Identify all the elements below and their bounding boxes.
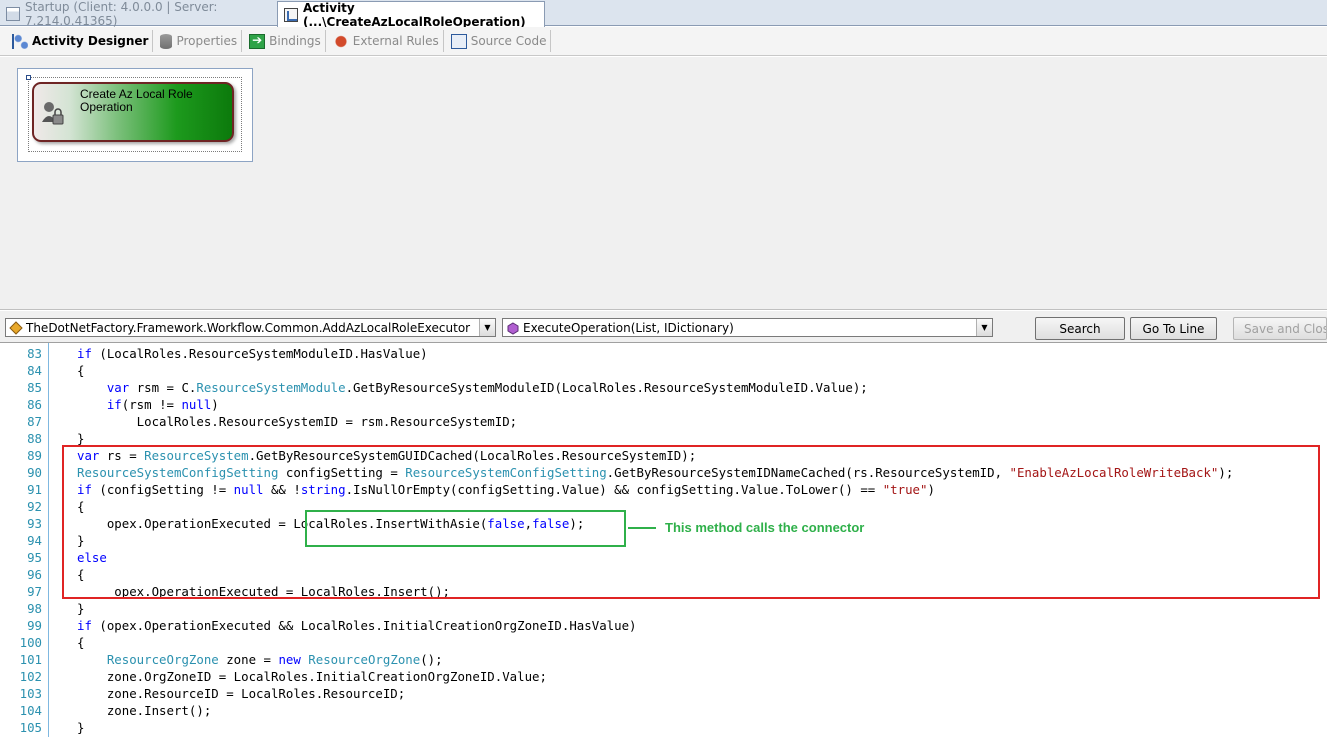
code-line[interactable]: 86 if(rsm != null) bbox=[0, 396, 1327, 413]
tab-bindings-label: Bindings bbox=[269, 34, 321, 48]
line-number: 83 bbox=[27, 346, 42, 361]
chevron-down-icon[interactable]: ▼ bbox=[479, 319, 495, 336]
code-line[interactable]: 84 { bbox=[0, 362, 1327, 379]
code-toolbar: TheDotNetFactory.Framework.Workflow.Comm… bbox=[0, 311, 1327, 342]
code-line[interactable]: 104 zone.Insert(); bbox=[0, 702, 1327, 719]
search-button[interactable]: Search bbox=[1035, 317, 1125, 340]
line-number: 105 bbox=[19, 720, 42, 735]
code-line[interactable]: 83 if (LocalRoles.ResourceSystemModuleID.… bbox=[0, 345, 1327, 362]
tab-activity[interactable]: Activity (...\CreateAzLocalRoleOperation… bbox=[277, 0, 545, 29]
code-text: zone.Insert(); bbox=[77, 703, 212, 718]
activity-label: Create Az Local Role Operation bbox=[80, 87, 193, 114]
designer-icon bbox=[12, 33, 28, 49]
database-icon bbox=[160, 33, 173, 49]
arrow-icon bbox=[249, 33, 266, 49]
line-number: 93 bbox=[27, 516, 42, 531]
code-line[interactable]: 98} bbox=[0, 600, 1327, 617]
activity-icon bbox=[284, 7, 298, 22]
line-number: 85 bbox=[27, 380, 42, 395]
line-number: 103 bbox=[19, 686, 42, 701]
code-text: zone.ResourceID = LocalRoles.ResourceID; bbox=[77, 686, 406, 701]
line-number: 98 bbox=[27, 601, 42, 616]
activity-shape[interactable]: Create Az Local Role Operation bbox=[32, 82, 234, 142]
line-number: 102 bbox=[19, 669, 42, 684]
line-number: 89 bbox=[27, 448, 42, 463]
code-text: ResourceOrgZone zone = new ResourceOrgZo… bbox=[106, 652, 443, 667]
line-number: 92 bbox=[27, 499, 42, 514]
code-text: if (opex.OperationExecuted && LocalRoles… bbox=[77, 618, 637, 633]
tab-activity-designer[interactable]: Activity Designer bbox=[8, 30, 154, 52]
code-line[interactable]: 99 if (opex.OperationExecuted && LocalRol… bbox=[0, 617, 1327, 634]
line-number: 104 bbox=[19, 703, 42, 718]
line-number: 88 bbox=[27, 431, 42, 446]
callout-text: This method calls the connector bbox=[665, 520, 865, 535]
line-number: 99 bbox=[27, 618, 42, 633]
tab-activity-designer-label: Activity Designer bbox=[32, 34, 149, 48]
line-number: 91 bbox=[27, 482, 42, 497]
tab-source-code[interactable]: Source Code bbox=[447, 30, 552, 52]
chevron-down-icon[interactable]: ▼ bbox=[976, 319, 992, 336]
line-number: 100 bbox=[19, 635, 42, 650]
code-line[interactable]: 103 zone.ResourceID = LocalRoles.Resourc… bbox=[0, 685, 1327, 702]
user-lock-icon bbox=[42, 102, 64, 125]
line-number: 87 bbox=[27, 414, 42, 429]
code-text: var rsm = C.ResourceSystemModule.GetByRe… bbox=[106, 380, 868, 395]
tab-activity-label: Activity (...\CreateAzLocalRoleOperation… bbox=[303, 0, 526, 29]
code-line[interactable]: 105} bbox=[0, 719, 1327, 736]
line-number: 86 bbox=[27, 397, 42, 412]
code-text: if (LocalRoles.ResourceSystemModuleID.Ha… bbox=[77, 346, 428, 361]
class-combo[interactable]: TheDotNetFactory.Framework.Workflow.Comm… bbox=[5, 318, 496, 337]
designer-canvas[interactable]: Create Az Local Role Operation bbox=[0, 57, 1327, 310]
code-text: zone.OrgZoneID = LocalRoles.InitialCreat… bbox=[77, 669, 547, 684]
tab-startup-label: Startup (Client: 4.0.0.0 | Server: 7.214… bbox=[25, 0, 218, 28]
tab-bindings[interactable]: Bindings bbox=[245, 30, 326, 52]
method-icon bbox=[507, 321, 519, 335]
code-line[interactable]: 101 ResourceOrgZone zone = new ResourceO… bbox=[0, 651, 1327, 668]
code-text: LocalRoles.ResourceSystemID = rsm.Resour… bbox=[77, 414, 518, 429]
window-icon bbox=[6, 6, 20, 21]
line-number: 94 bbox=[27, 533, 42, 548]
tab-external-rules[interactable]: External Rules bbox=[329, 30, 444, 52]
tab-properties[interactable]: Properties bbox=[156, 30, 243, 52]
designer-toolbar: Activity Designer Properties Bindings Ex… bbox=[0, 27, 1327, 56]
tab-startup[interactable]: Startup (Client: 4.0.0.0 | Server: 7.214… bbox=[0, 0, 276, 28]
tab-source-code-label: Source Code bbox=[470, 34, 547, 48]
tab-external-rules-label: External Rules bbox=[352, 34, 439, 48]
class-combo-value: TheDotNetFactory.Framework.Workflow.Comm… bbox=[26, 320, 471, 335]
class-icon bbox=[9, 320, 23, 335]
selection-handle[interactable] bbox=[26, 75, 31, 80]
line-number: 95 bbox=[27, 550, 42, 565]
line-number: 97 bbox=[27, 584, 42, 599]
code-line[interactable]: 87 LocalRoles.ResourceSystemID = rsm.Res… bbox=[0, 413, 1327, 430]
line-number: 90 bbox=[27, 465, 42, 480]
code-text: { bbox=[77, 363, 85, 378]
code-text: } bbox=[77, 720, 85, 735]
line-number: 96 bbox=[27, 567, 42, 582]
method-combo[interactable]: ExecuteOperation(List, IDictionary) ▼ bbox=[502, 318, 993, 337]
code-line[interactable]: 85 var rsm = C.ResourceSystemModule.GetB… bbox=[0, 379, 1327, 396]
document-tab-strip: Startup (Client: 4.0.0.0 | Server: 7.214… bbox=[0, 0, 1327, 29]
code-icon bbox=[450, 33, 467, 49]
callout-connector bbox=[628, 527, 656, 529]
tab-properties-label: Properties bbox=[176, 34, 238, 48]
go-to-line-button[interactable]: Go To Line bbox=[1130, 317, 1217, 340]
save-and-close-button[interactable]: Save and Close bbox=[1233, 317, 1327, 340]
code-text: { bbox=[77, 635, 85, 650]
method-combo-value: ExecuteOperation(List, IDictionary) bbox=[523, 320, 734, 335]
code-text: } bbox=[77, 601, 85, 616]
code-line[interactable]: 100 { bbox=[0, 634, 1327, 651]
rules-icon bbox=[332, 33, 349, 49]
line-number: 84 bbox=[27, 363, 42, 378]
line-number: 101 bbox=[19, 652, 42, 667]
code-text: if(rsm != null) bbox=[106, 397, 219, 412]
code-line[interactable]: 102 zone.OrgZoneID = LocalRoles.InitialC… bbox=[0, 668, 1327, 685]
callout-box bbox=[305, 510, 626, 547]
